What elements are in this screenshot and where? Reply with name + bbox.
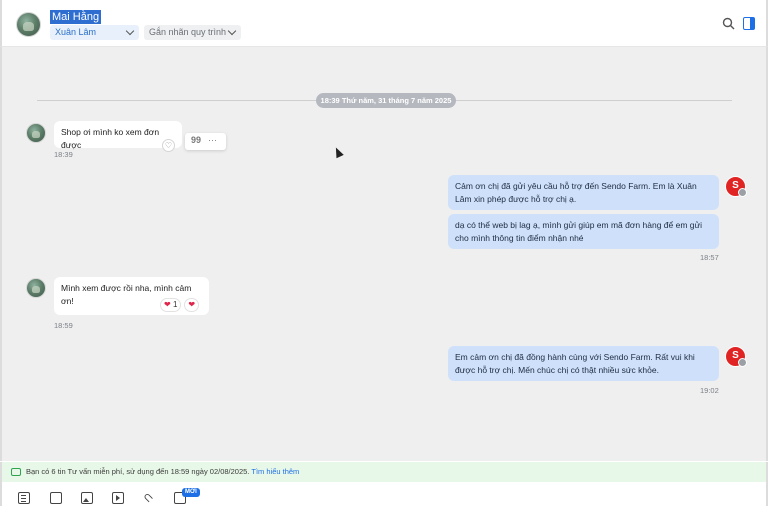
contact-name[interactable]: Mai Hằng — [50, 10, 102, 24]
chevron-down-icon — [227, 26, 237, 36]
new-badge: MỚI — [182, 488, 200, 497]
image-icon[interactable] — [81, 492, 93, 504]
shop-avatar: S — [725, 176, 747, 197]
message-text: Shop ơi mình ko xem đơn được — [61, 127, 160, 150]
message-time: 18:39 — [54, 150, 73, 159]
heart-icon[interactable]: ♡ — [162, 139, 175, 152]
contact-avatar[interactable] — [16, 12, 41, 37]
tag-select-label: Gắn nhãn quy trình — [149, 27, 227, 37]
message-bubble[interactable]: Cảm ơn chị đã gửi yêu cầu hỗ trợ đến Sen… — [448, 175, 719, 210]
message-text: dạ có thể web bị lag ạ, mình gửi giúp em… — [455, 220, 703, 243]
customer-avatar — [26, 278, 46, 298]
chevron-down-icon — [125, 26, 135, 36]
chat-messages: 18:39 Thứ năm, 31 tháng 7 năm 2025 Shop … — [0, 47, 768, 461]
staff-select[interactable]: Xuân Lâm — [50, 25, 139, 40]
reaction-count-chip[interactable]: ❤ 1 — [160, 298, 182, 312]
message-bubble[interactable]: Em cảm ơn chị đã đồng hành cùng với Send… — [448, 346, 719, 381]
chat-bubble-icon — [11, 468, 21, 476]
learn-more-link[interactable]: Tìm hiểu thêm — [251, 467, 299, 476]
heart-icon: ❤ — [164, 300, 171, 309]
heart-icon[interactable]: ❤ — [184, 298, 200, 312]
message-actions: 99 ··· — [185, 133, 226, 150]
date-separator: 18:39 Thứ năm, 31 tháng 7 năm 2025 — [316, 93, 456, 108]
message-reactions[interactable]: ❤ 1 ❤ — [160, 298, 200, 312]
message-time: 18:59 — [54, 321, 73, 330]
message-time: 18:57 — [700, 253, 719, 262]
attachment-icon[interactable]: ⊂ — [140, 489, 158, 506]
notice-text: Bạn có 6 tin Tư vấn miễn phí, sử dụng đế… — [26, 467, 250, 476]
staff-select-label: Xuân Lâm — [55, 27, 97, 37]
customer-avatar — [26, 123, 46, 143]
video-icon[interactable] — [112, 492, 124, 504]
chat-header: Mai Hằng Xuân Lâm Gắn nhãn quy trình — [0, 0, 768, 47]
message-time: 19:02 — [700, 386, 719, 395]
shop-avatar: S — [725, 346, 747, 367]
tag-select[interactable]: Gắn nhãn quy trình — [144, 25, 241, 40]
message-text: Cảm ơn chị đã gửi yêu cầu hỗ trợ đến Sen… — [455, 181, 697, 204]
save-note-icon[interactable] — [50, 492, 62, 504]
mouse-cursor — [332, 145, 344, 159]
side-panel-toggle-icon[interactable] — [743, 17, 755, 30]
free-consult-notice: Bạn có 6 tin Tư vấn miễn phí, sử dụng đế… — [0, 462, 768, 482]
reaction-count: 1 — [172, 300, 178, 309]
search-icon[interactable] — [722, 17, 735, 30]
message-text: Em cảm ơn chị đã đồng hành cùng với Send… — [455, 352, 695, 375]
quote-icon[interactable]: 99 — [191, 135, 201, 145]
composer-toolbar: ⊂ MỚI — [0, 482, 768, 506]
message-bubble[interactable]: dạ có thể web bị lag ạ, mình gửi giúp em… — [448, 214, 719, 249]
more-icon[interactable]: ··· — [208, 135, 217, 145]
template-icon[interactable] — [18, 492, 30, 504]
